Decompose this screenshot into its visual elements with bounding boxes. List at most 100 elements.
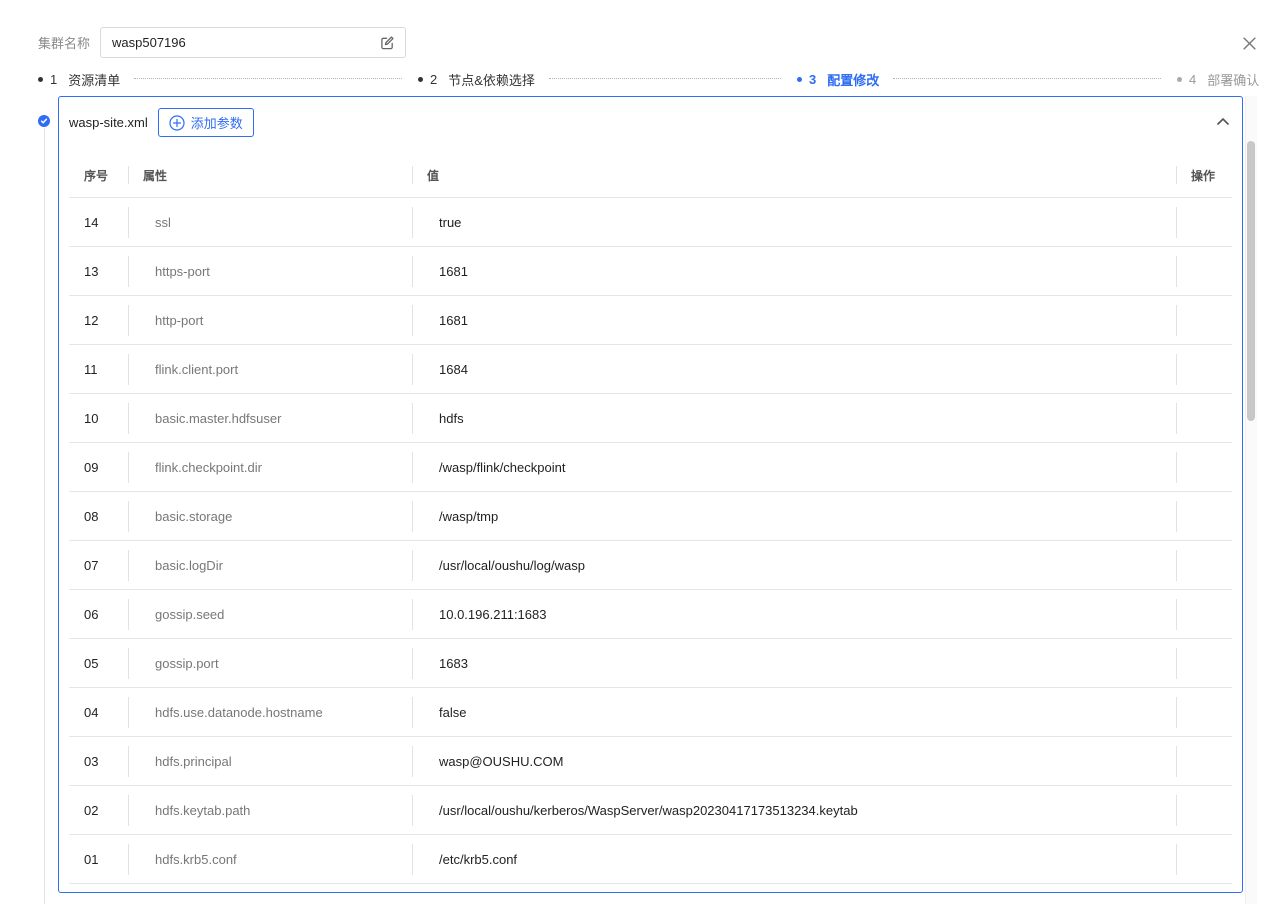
edit-icon[interactable] — [379, 35, 395, 51]
cell-divider — [1176, 501, 1177, 532]
cluster-name-row: 集群名称 wasp507196 — [38, 27, 407, 58]
table-row: 03 hdfs.principal wasp@OUSHU.COM — [69, 737, 1232, 786]
value-field[interactable]: false — [439, 688, 466, 736]
property-field[interactable]: basic.logDir — [155, 541, 223, 589]
cell-divider — [1176, 599, 1177, 630]
column-header-index: 序号 — [84, 168, 109, 183]
row-index: 07 — [84, 557, 99, 573]
property-field[interactable]: hdfs.keytab.path — [155, 786, 250, 834]
value-field[interactable]: 1681 — [439, 247, 468, 295]
value-field[interactable]: /etc/krb5.conf — [439, 835, 517, 883]
value-field[interactable]: /usr/local/oushu/log/wasp — [439, 541, 585, 589]
property-field[interactable]: hdfs.krb5.conf — [155, 835, 237, 883]
step-3[interactable]: 3 配置修改 — [797, 68, 879, 90]
scrollbar-thumb[interactable] — [1247, 141, 1255, 421]
property-field[interactable]: basic.master.hdfsuser — [155, 394, 281, 442]
row-index: 14 — [84, 214, 99, 230]
property-field[interactable]: flink.checkpoint.dir — [155, 443, 262, 491]
step-4[interactable]: 4 部署确认 — [1177, 68, 1259, 90]
cluster-name-field[interactable]: wasp507196 — [100, 27, 407, 58]
cell-divider — [128, 746, 129, 777]
property-field[interactable]: gossip.port — [155, 639, 219, 687]
cell-divider — [1176, 256, 1177, 287]
step-number: 3 — [809, 71, 817, 87]
property-field[interactable]: ssl — [155, 198, 171, 246]
add-parameter-button[interactable]: 添加参数 — [157, 108, 254, 137]
table-row: 04 hdfs.use.datanode.hostname false — [69, 688, 1232, 737]
cell-divider — [412, 452, 413, 483]
column-divider — [412, 166, 413, 184]
step-label: 部署确认 — [1207, 72, 1260, 88]
step-1[interactable]: 1 资源清单 — [38, 68, 120, 90]
cell-divider — [128, 354, 129, 385]
cell-divider — [1176, 305, 1177, 336]
row-index: 02 — [84, 802, 99, 818]
cell-divider — [128, 207, 129, 238]
cell-divider — [1176, 844, 1177, 875]
value-field[interactable]: wasp@OUSHU.COM — [439, 737, 563, 785]
row-index: 01 — [84, 851, 99, 867]
close-icon[interactable] — [1241, 35, 1257, 51]
column-header-actions: 操作 — [1191, 168, 1216, 183]
value-field[interactable]: 10.0.196.211:1683 — [439, 590, 546, 638]
table-row: 01 hdfs.krb5.conf /etc/krb5.conf — [69, 835, 1232, 884]
table-row: 11 flink.client.port 1684 — [69, 345, 1232, 394]
value-field[interactable]: hdfs — [439, 394, 464, 442]
property-field[interactable]: https-port — [155, 247, 210, 295]
table-row: 09 flink.checkpoint.dir /wasp/flink/chec… — [69, 443, 1232, 492]
cell-divider — [1176, 403, 1177, 434]
cell-divider — [412, 746, 413, 777]
cell-divider — [1176, 550, 1177, 581]
table-row: 10 basic.master.hdfsuser hdfs — [69, 394, 1232, 443]
row-index: 10 — [84, 410, 99, 426]
cell-divider — [128, 844, 129, 875]
table-header: 序号 属性 值 操作 — [69, 152, 1232, 198]
step-dot — [1177, 76, 1182, 82]
chevron-up-icon[interactable] — [1216, 114, 1230, 128]
cell-divider — [412, 648, 413, 679]
cell-divider — [128, 501, 129, 532]
property-field[interactable]: hdfs.principal — [155, 737, 232, 785]
property-field[interactable]: flink.client.port — [155, 345, 238, 393]
cell-divider — [1176, 746, 1177, 777]
step-connector — [549, 78, 781, 79]
value-field[interactable]: 1681 — [439, 296, 468, 344]
cell-divider — [412, 207, 413, 238]
property-field[interactable]: hdfs.use.datanode.hostname — [155, 688, 323, 736]
table-row: 07 basic.logDir /usr/local/oushu/log/was… — [69, 541, 1232, 590]
cell-divider — [1176, 795, 1177, 826]
value-field[interactable]: /wasp/flink/checkpoint — [439, 443, 565, 491]
cell-divider — [412, 305, 413, 336]
property-field[interactable]: basic.storage — [155, 492, 232, 540]
table-row: 08 basic.storage /wasp/tmp — [69, 492, 1232, 541]
cell-divider — [412, 697, 413, 728]
step-2[interactable]: 2 节点&依赖选择 — [418, 68, 535, 90]
property-field[interactable]: gossip.seed — [155, 590, 224, 638]
step-connector — [893, 78, 1161, 79]
step-label: 节点&依赖选择 — [448, 72, 535, 88]
cluster-name-label: 集群名称 — [38, 36, 91, 51]
cell-divider — [128, 256, 129, 287]
value-field[interactable]: /usr/local/oushu/kerberos/WaspServer/was… — [439, 786, 858, 834]
row-index: 06 — [84, 606, 99, 622]
property-field[interactable]: http-port — [155, 296, 203, 344]
cell-divider — [1176, 648, 1177, 679]
table-row: 02 hdfs.keytab.path /usr/local/oushu/ker… — [69, 786, 1232, 835]
step-connector — [134, 78, 402, 79]
value-field[interactable]: true — [439, 198, 461, 246]
cell-divider — [412, 795, 413, 826]
cell-divider — [128, 305, 129, 336]
step-label: 配置修改 — [827, 72, 880, 88]
cell-divider — [128, 550, 129, 581]
table-row: 13 https-port 1681 — [69, 247, 1232, 296]
config-file-panel: wasp-site.xml 添加参数 序号 属性 值 操作 14 ssl tru… — [58, 96, 1243, 893]
value-field[interactable]: 1684 — [439, 345, 468, 393]
cluster-name-value: wasp507196 — [112, 35, 186, 50]
cell-divider — [412, 501, 413, 532]
value-field[interactable]: /wasp/tmp — [439, 492, 498, 540]
cell-divider — [1176, 697, 1177, 728]
cell-divider — [1176, 354, 1177, 385]
cell-divider — [128, 599, 129, 630]
cell-divider — [128, 697, 129, 728]
value-field[interactable]: 1683 — [439, 639, 468, 687]
